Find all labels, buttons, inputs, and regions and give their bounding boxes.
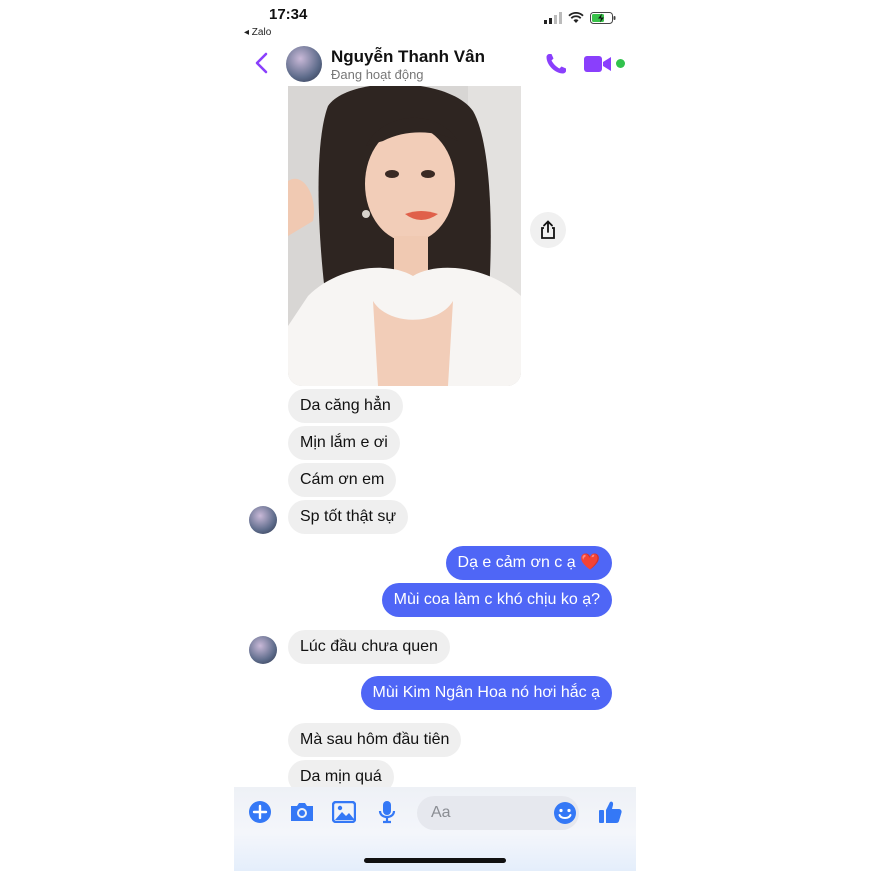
phone-screen: 17:34 ◂ Zalo Nguyễn Thanh Vân Đang hoạt … <box>234 0 636 871</box>
home-indicator <box>364 858 506 863</box>
battery-icon <box>590 12 616 24</box>
contact-status: Đang hoạt động <box>331 67 424 82</box>
signal-icon <box>544 12 562 24</box>
phone-icon[interactable] <box>544 52 568 76</box>
message-incoming[interactable]: Cám ơn em <box>288 463 397 497</box>
message-incoming[interactable]: Lúc đầu chưa quen <box>288 630 450 664</box>
shared-photo[interactable] <box>288 86 521 386</box>
thumbs-up-icon[interactable] <box>597 799 623 825</box>
message-incoming[interactable]: Mịn lắm e ơi <box>288 426 400 460</box>
contact-avatar[interactable] <box>286 46 322 82</box>
online-indicator <box>616 59 625 68</box>
message-incoming[interactable]: Sp tốt thật sự <box>288 500 409 534</box>
message-outgoing[interactable]: Dạ e cảm ơn c ạ ❤️ <box>445 546 612 580</box>
photo-illustration <box>288 86 521 386</box>
status-icons <box>544 12 616 24</box>
back-to-app-link[interactable]: ◂ Zalo <box>244 27 271 38</box>
message-outgoing[interactable]: Mùi Kim Ngân Hoa nó hơi hắc ạ <box>360 676 612 710</box>
microphone-icon[interactable] <box>374 799 400 825</box>
back-chevron-icon[interactable] <box>252 52 272 74</box>
message-input-placeholder: Aa <box>431 804 451 821</box>
share-icon[interactable] <box>530 212 566 248</box>
composer-toolbar: Aa <box>234 787 636 871</box>
plus-icon[interactable] <box>247 799 273 825</box>
message-incoming[interactable]: Mà sau hôm đầu tiên <box>288 723 462 757</box>
status-time: 17:34 <box>269 6 308 23</box>
contact-name[interactable]: Nguyễn Thanh Vân <box>331 47 485 67</box>
conversation-header: Nguyễn Thanh Vân Đang hoạt động <box>234 40 636 86</box>
gallery-icon[interactable] <box>331 799 357 825</box>
emoji-icon[interactable] <box>552 800 578 826</box>
sender-avatar[interactable] <box>249 506 277 534</box>
sender-avatar[interactable] <box>249 636 277 664</box>
message-incoming[interactable]: Da căng hẳn <box>288 389 403 423</box>
camera-icon[interactable] <box>289 799 315 825</box>
video-icon[interactable] <box>584 54 612 74</box>
wifi-icon <box>568 12 584 23</box>
message-outgoing[interactable]: Mùi coa làm c khó chịu ko ạ? <box>381 583 612 617</box>
